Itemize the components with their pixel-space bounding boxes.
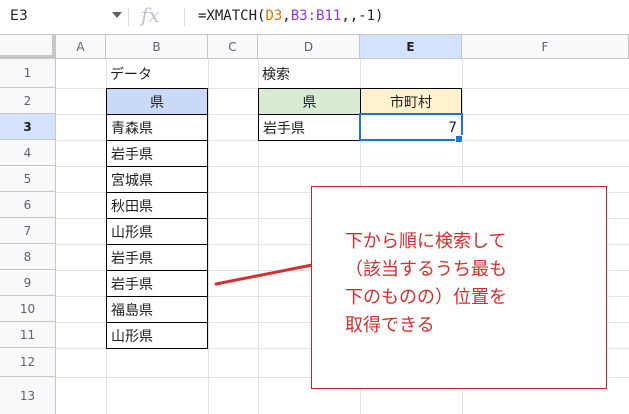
annotation-callout-text: 下から順に検索して （該当するうち最も 下のものの）位置を 取得できる — [345, 228, 595, 340]
callout-line-4: 取得できる — [345, 315, 435, 336]
callout-line-1: 下から順に検索して — [345, 231, 507, 252]
callout-line-2: （該当するうち最も — [345, 259, 507, 280]
callout-line-3: 下のものの）位置を — [345, 287, 507, 308]
